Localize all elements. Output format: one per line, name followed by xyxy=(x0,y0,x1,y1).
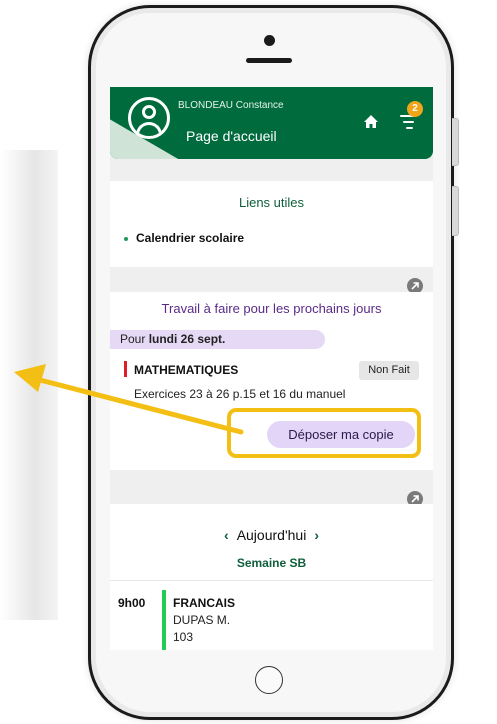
annotation-arrow xyxy=(14,364,244,435)
